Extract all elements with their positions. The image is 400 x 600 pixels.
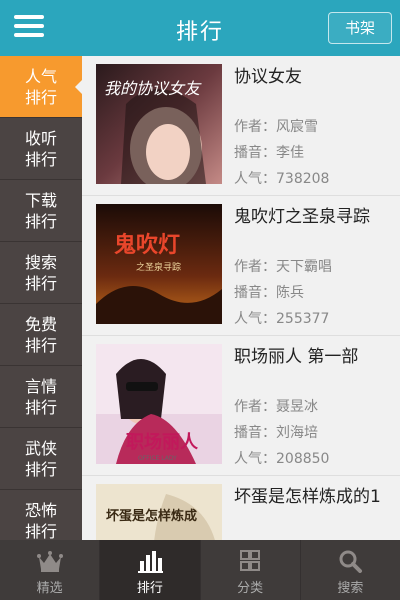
sidebar-item-label: 武侠排行	[24, 438, 57, 479]
popularity-line: 人气：255377	[234, 311, 330, 327]
cover-title: 职场丽人	[126, 432, 199, 453]
sidebar-item-romance[interactable]: 言情排行	[0, 366, 82, 428]
sidebar-item-popularity[interactable]: 人气排行	[0, 56, 82, 118]
author-name: 聂昱冰	[276, 399, 318, 415]
author-line: 作者：风宸雪	[234, 119, 318, 135]
narrator-line: 播音：陈兵	[234, 285, 304, 301]
search-icon	[339, 550, 363, 573]
narrator-name: 陈兵	[276, 285, 304, 301]
book-list: 我的协议女友 协议女友 作者：风宸雪 播音：李佳 人气：738208 鬼吹灯 之…	[82, 56, 400, 540]
sidebar-item-label: 恐怖排行	[24, 500, 57, 541]
sidebar-item-search[interactable]: 搜索排行	[0, 242, 82, 304]
list-item[interactable]: 鬼吹灯 之圣泉寻踪 鬼吹灯之圣泉寻踪 作者：天下霸唱 播音：陈兵 人气：2553…	[82, 196, 400, 336]
tab-label: 分类	[237, 581, 264, 596]
cover-subtitle: OFFICE LADY	[138, 455, 177, 462]
sidebar-item-free[interactable]: 免费排行	[0, 304, 82, 366]
tab-ranking[interactable]: 排行	[100, 540, 201, 600]
cover-title: 坏蛋是怎样炼成	[106, 508, 197, 524]
author-name: 天下霸唱	[276, 259, 332, 275]
tab-search[interactable]: 搜索	[301, 540, 400, 600]
tab-featured[interactable]: 精选	[0, 540, 101, 600]
sidebar-item-label: 搜索排行	[24, 252, 57, 293]
tab-label: 排行	[136, 581, 163, 596]
list-item[interactable]: 我的协议女友 协议女友 作者：风宸雪 播音：李佳 人气：738208	[82, 56, 400, 196]
author-line: 作者：聂昱冰	[234, 399, 318, 415]
bottom-tab-bar: 精选 排行 分类 搜索	[0, 540, 400, 600]
crown-icon	[36, 551, 63, 572]
book-cover: 鬼吹灯 之圣泉寻踪	[96, 204, 222, 324]
tab-category[interactable]: 分类	[201, 540, 301, 600]
narrator-line: 播音：刘海培	[234, 425, 318, 441]
grid-icon	[240, 550, 261, 571]
tab-label: 搜索	[337, 581, 364, 596]
ranking-sidebar: 人气排行 收听排行 下载排行 搜索排行 免费排行 言情排行 武侠排行 恐怖排行	[0, 56, 82, 540]
sidebar-item-martial-arts[interactable]: 武侠排行	[0, 428, 82, 490]
top-bar: 排行 书架	[0, 0, 400, 56]
sidebar-item-label: 收听排行	[24, 128, 57, 169]
narrator-name: 李佳	[276, 145, 304, 161]
book-title: 坏蛋是怎样炼成的1	[234, 487, 381, 507]
cover-subtitle: 之圣泉寻踪	[136, 261, 181, 273]
sidebar-item-label: 下载排行	[24, 190, 57, 231]
book-cover: 我的协议女友	[96, 64, 222, 184]
sidebar-item-download[interactable]: 下载排行	[0, 180, 82, 242]
cover-title: 我的协议女友	[104, 79, 202, 98]
narrator-line: 播音：李佳	[234, 145, 304, 161]
list-item[interactable]: 职场丽人 OFFICE LADY 职场丽人 第一部 作者：聂昱冰 播音：刘海培 …	[82, 336, 400, 476]
popularity-count: 255377	[276, 311, 330, 327]
sidebar-item-horror[interactable]: 恐怖排行	[0, 490, 82, 541]
book-title: 协议女友	[234, 67, 302, 87]
popularity-count: 208850	[276, 451, 330, 467]
author-line: 作者：天下霸唱	[234, 259, 332, 275]
book-title: 鬼吹灯之圣泉寻踪	[234, 207, 370, 227]
sidebar-item-label: 言情排行	[24, 376, 57, 417]
book-title: 职场丽人 第一部	[234, 347, 359, 367]
author-name: 风宸雪	[276, 119, 318, 135]
cover-title: 鬼吹灯	[114, 232, 180, 258]
book-cover: 坏蛋是怎样炼成	[96, 484, 222, 540]
list-item[interactable]: 坏蛋是怎样炼成 坏蛋是怎样炼成的1	[82, 476, 400, 540]
popularity-line: 人气：208850	[234, 451, 330, 467]
popularity-count: 738208	[276, 171, 330, 187]
narrator-name: 刘海培	[276, 425, 318, 441]
sidebar-item-listening[interactable]: 收听排行	[0, 118, 82, 180]
app-window: 排行 书架 人气排行 收听排行 下载排行 搜索排行 免费排行 言情排行 武侠排行…	[0, 0, 400, 600]
tab-label: 精选	[36, 581, 63, 596]
popularity-line: 人气：738208	[234, 171, 330, 187]
sidebar-item-label: 免费排行	[24, 314, 57, 355]
book-cover: 职场丽人 OFFICE LADY	[96, 344, 222, 464]
bar-chart-icon	[137, 551, 163, 573]
sidebar-item-label: 人气排行	[24, 66, 57, 107]
bookshelf-button[interactable]: 书架	[328, 12, 392, 44]
